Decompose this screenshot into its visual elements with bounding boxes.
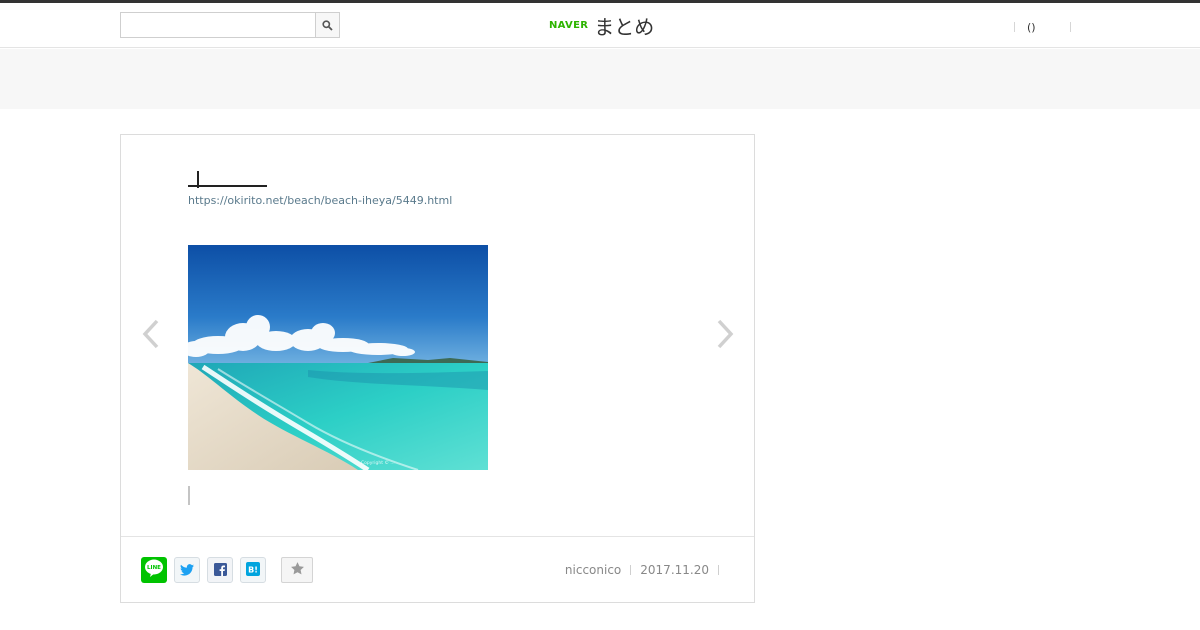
search-button[interactable] — [315, 13, 339, 37]
line-label: LINE — [147, 565, 161, 571]
search-input[interactable] — [121, 13, 315, 37]
prev-arrow-button[interactable] — [138, 318, 164, 354]
search-box — [120, 12, 340, 38]
beach-photo[interactable]: Copyright © ... — [188, 245, 488, 470]
divider — [630, 565, 632, 575]
twitter-icon — [180, 561, 194, 580]
facebook-icon — [213, 561, 227, 580]
divider — [718, 565, 719, 575]
next-arrow-button[interactable] — [712, 318, 738, 354]
item-footer: LINE B! nicconico 2017.11.20 — [121, 536, 754, 602]
logo-matome: まとめ — [594, 14, 655, 39]
hatena-bookmark-icon: B! — [246, 561, 260, 580]
share-facebook-button[interactable] — [207, 557, 233, 583]
item-card: https://okirito.net/beach/beach-iheya/54… — [120, 134, 755, 603]
chevron-right-icon — [715, 318, 735, 354]
divider — [1014, 22, 1015, 32]
share-line-button[interactable]: LINE — [141, 557, 167, 583]
share-twitter-button[interactable] — [174, 557, 200, 583]
item-title-underline — [188, 185, 267, 187]
hatena-label: B! — [248, 565, 258, 574]
sub-header-band — [0, 49, 1200, 109]
line-icon: LINE — [143, 557, 165, 583]
star-icon — [290, 561, 305, 580]
source-link[interactable]: https://okirito.net/beach/beach-iheya/54… — [188, 194, 452, 207]
item-body: https://okirito.net/beach/beach-iheya/54… — [121, 135, 754, 536]
site-header: NAVER まとめ () — [0, 3, 1200, 48]
chevron-left-icon — [141, 318, 161, 354]
logo-naver: NAVER — [549, 19, 589, 31]
header-count[interactable]: () — [1027, 21, 1036, 34]
author-link[interactable]: nicconico — [565, 563, 621, 577]
favorite-button[interactable] — [281, 557, 313, 583]
photo-watermark: Copyright © ... — [361, 459, 395, 466]
post-date: 2017.11.20 — [640, 563, 709, 577]
site-logo[interactable]: NAVER まとめ — [549, 12, 655, 39]
search-icon — [322, 16, 333, 35]
quote-bar — [188, 486, 190, 505]
header-user-menu: () — [1014, 17, 1071, 37]
beach-image: Copyright © ... — [188, 245, 488, 470]
item-meta: nicconico 2017.11.20 — [565, 563, 728, 577]
divider — [1069, 22, 1071, 32]
share-hatena-button[interactable]: B! — [240, 557, 266, 583]
